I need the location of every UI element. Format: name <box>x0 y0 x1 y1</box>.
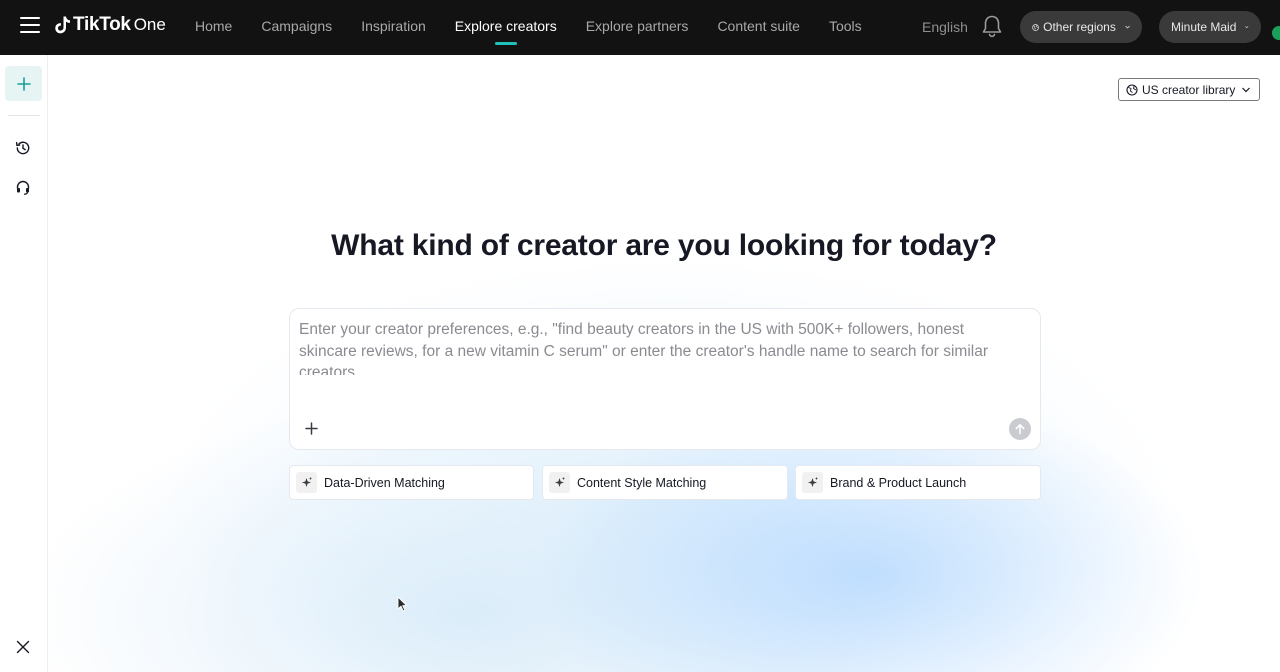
bell-icon[interactable] <box>981 14 1003 38</box>
brand-name: TikTok <box>73 14 131 35</box>
history-icon[interactable] <box>15 140 31 156</box>
nav-item-campaigns[interactable]: Campaigns <box>261 0 332 55</box>
chevron-down-icon <box>1245 26 1249 29</box>
sparkle-icon <box>549 472 570 493</box>
hamburger-menu-icon[interactable] <box>20 17 40 35</box>
chip-label: Data-Driven Matching <box>324 475 445 490</box>
nav-item-content-suite[interactable]: Content suite <box>717 0 800 55</box>
creator-preferences-input[interactable] <box>299 319 1019 375</box>
chevron-down-icon <box>1125 25 1130 29</box>
arrow-up-icon <box>1015 424 1025 435</box>
main-nav: Home Campaigns Inspiration Explore creat… <box>195 0 891 55</box>
plus-icon <box>304 421 318 435</box>
attach-button[interactable] <box>301 418 321 438</box>
page-title: What kind of creator are you looking for… <box>331 229 997 262</box>
chip-content-style-matching[interactable]: Content Style Matching <box>542 465 788 500</box>
sidebar-divider <box>8 115 40 116</box>
brand-suffix: One <box>133 15 166 34</box>
mouse-cursor-icon <box>397 596 408 612</box>
close-icon[interactable] <box>16 640 30 654</box>
nav-item-inspiration[interactable]: Inspiration <box>361 0 426 55</box>
status-indicator[interactable] <box>1272 26 1280 40</box>
prompt-panel <box>289 308 1041 450</box>
chip-data-driven-matching[interactable]: Data-Driven Matching <box>289 465 534 500</box>
left-sidebar <box>0 55 48 672</box>
chevron-down-icon <box>1242 87 1251 92</box>
globe-icon <box>1032 23 1039 31</box>
account-label: Minute Maid <box>1171 20 1237 34</box>
send-button[interactable] <box>1009 418 1031 440</box>
tiktok-one-logo[interactable]: TikTok One <box>55 14 166 36</box>
account-selector[interactable]: Minute Maid <box>1159 11 1261 43</box>
chip-brand-product-launch[interactable]: Brand & Product Launch <box>795 465 1041 500</box>
language-selector[interactable]: English <box>922 19 968 35</box>
headset-icon[interactable] <box>15 179 31 195</box>
region-selector[interactable]: Other regions <box>1020 11 1142 43</box>
top-navigation-bar: TikTok One Home Campaigns Inspiration Ex… <box>0 0 1280 55</box>
nav-item-explore-partners[interactable]: Explore partners <box>586 0 689 55</box>
main-content: US creator library What kind of creator … <box>48 55 1280 672</box>
region-label: Other regions <box>1043 20 1116 34</box>
plus-icon <box>16 76 31 91</box>
creator-library-selector[interactable]: US creator library <box>1118 78 1261 101</box>
nav-item-tools[interactable]: Tools <box>829 0 862 55</box>
creator-library-label: US creator library <box>1142 82 1236 97</box>
nav-item-explore-creators[interactable]: Explore creators <box>455 0 557 55</box>
globe-icon <box>1126 83 1138 96</box>
chip-label: Brand & Product Launch <box>830 475 967 490</box>
nav-item-home[interactable]: Home <box>195 0 232 55</box>
new-search-button[interactable] <box>5 66 42 101</box>
sparkle-icon <box>296 472 317 493</box>
tiktok-note-icon <box>55 16 70 34</box>
sparkle-icon <box>802 472 823 493</box>
chip-label: Content Style Matching <box>577 475 707 490</box>
